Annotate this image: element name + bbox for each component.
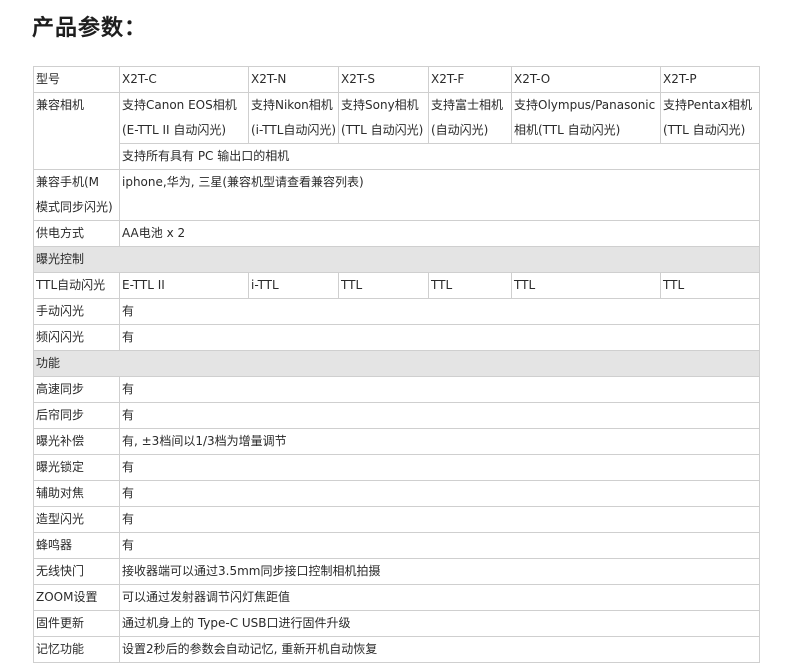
feature-label: 辅助对焦 <box>33 480 120 507</box>
feature-label: 曝光补偿 <box>33 428 120 455</box>
spec-table: 型号 X2T-C X2T-N X2T-S X2T-F X2T-O X2T-P 兼… <box>33 66 760 663</box>
feature-label: 曝光锁定 <box>33 454 120 481</box>
feature-row: 曝光补偿 有, ±3档间以1/3档为增量调节 <box>33 428 760 455</box>
ttl-label: TTL自动闪光 <box>33 272 120 299</box>
feature-row: 固件更新 通过机身上的 Type-C USB口进行固件升级 <box>33 610 760 637</box>
section-row: 曝光控制 <box>33 246 760 273</box>
feature-row: 辅助对焦 有 <box>33 480 760 507</box>
compat-camera-cell: 支持Sony相机 (TTL 自动闪光) <box>338 92 429 144</box>
model-label: 型号 <box>33 66 120 93</box>
feature-label: 造型闪光 <box>33 506 120 533</box>
feature-label: 高速同步 <box>33 376 120 403</box>
feature-value: 有 <box>119 454 760 481</box>
feature-label: 后帘同步 <box>33 402 120 429</box>
ttl-cell: TTL <box>428 272 512 299</box>
feature-row: 曝光锁定 有 <box>33 454 760 481</box>
feature-label: ZOOM设置 <box>33 584 120 611</box>
strobe-label: 频闪闪光 <box>33 324 120 351</box>
model-cell: X2T-N <box>248 66 339 93</box>
section-exposure-heading: 曝光控制 <box>33 246 760 273</box>
strobe-row: 频闪闪光 有 <box>33 324 760 351</box>
ttl-cell: TTL <box>338 272 429 299</box>
cell-line: (TTL 自动闪光) <box>341 123 424 137</box>
strobe-value: 有 <box>119 324 760 351</box>
section-row: 功能 <box>33 350 760 377</box>
compat-camera-cell: 支持富士相机 (自动闪光) <box>428 92 512 144</box>
header-row: 型号 X2T-C X2T-N X2T-S X2T-F X2T-O X2T-P <box>33 66 760 93</box>
feature-value: 有 <box>119 376 760 403</box>
manual-value: 有 <box>119 298 760 325</box>
cell-line: 支持Pentax相机 <box>663 98 752 112</box>
compat-camera-cell: 支持Olympus/Panasonic 相机(TTL 自动闪光) <box>511 92 661 144</box>
ttl-cell: E-TTL II <box>119 272 249 299</box>
feature-row: 后帘同步 有 <box>33 402 760 429</box>
feature-row: 蜂鸣器 有 <box>33 532 760 559</box>
feature-label: 无线快门 <box>33 558 120 585</box>
model-cell: X2T-P <box>660 66 760 93</box>
feature-value: 有 <box>119 532 760 559</box>
ttl-cell: TTL <box>511 272 661 299</box>
compat-camera-cell: 支持Pentax相机 (TTL 自动闪光) <box>660 92 760 144</box>
feature-value: 可以通过发射器调节闪灯焦距值 <box>119 584 760 611</box>
feature-value: 有 <box>119 506 760 533</box>
cell-line: (TTL 自动闪光) <box>663 123 746 137</box>
model-cell: X2T-F <box>428 66 512 93</box>
label-line: 兼容手机(M <box>36 175 100 189</box>
compat-camera-cell: 支持Canon EOS相机 (E-TTL II 自动闪光) <box>119 92 249 144</box>
cell-line: 支持Sony相机 <box>341 98 419 112</box>
feature-value: 有, ±3档间以1/3档为增量调节 <box>119 428 760 455</box>
cell-line: 支持Canon EOS相机 <box>122 98 237 112</box>
compat-camera-row: 兼容相机 支持Canon EOS相机 (E-TTL II 自动闪光) 支持Nik… <box>33 92 760 170</box>
feature-row: 无线快门 接收器端可以通过3.5mm同步接口控制相机拍摄 <box>33 558 760 585</box>
feature-value: 有 <box>119 402 760 429</box>
model-cell: X2T-S <box>338 66 429 93</box>
feature-row: 造型闪光 有 <box>33 506 760 533</box>
model-cell: X2T-O <box>511 66 661 93</box>
feature-value: 接收器端可以通过3.5mm同步接口控制相机拍摄 <box>119 558 760 585</box>
cell-line: (E-TTL II 自动闪光) <box>122 123 227 137</box>
feature-row: 高速同步 有 <box>33 376 760 403</box>
feature-row: ZOOM设置 可以通过发射器调节闪灯焦距值 <box>33 584 760 611</box>
compat-phone-row: 兼容手机(M 模式同步闪光) iphone,华为, 三星(兼容机型请查看兼容列表… <box>33 169 760 221</box>
feature-label: 固件更新 <box>33 610 120 637</box>
cell-line: 支持富士相机 <box>431 98 504 112</box>
feature-value: 设置2秒后的参数会自动记忆, 重新开机自动恢复 <box>119 636 760 663</box>
ttl-row: TTL自动闪光 E-TTL II i-TTL TTL TTL TTL TTL <box>33 272 760 299</box>
feature-label: 记忆功能 <box>33 636 120 663</box>
page-title: 产品参数： <box>32 16 148 41</box>
compat-phone-value: iphone,华为, 三星(兼容机型请查看兼容列表) <box>119 169 760 221</box>
model-cell: X2T-C <box>119 66 249 93</box>
ttl-cell: i-TTL <box>248 272 339 299</box>
manual-row: 手动闪光 有 <box>33 298 760 325</box>
ttl-cell: TTL <box>660 272 760 299</box>
feature-row: 记忆功能 设置2秒后的参数会自动记忆, 重新开机自动恢复 <box>33 636 760 663</box>
feature-label: 蜂鸣器 <box>33 532 120 559</box>
feature-value: 有 <box>119 480 760 507</box>
compat-phone-label: 兼容手机(M 模式同步闪光) <box>33 169 120 221</box>
compat-camera-extra: 支持所有具有 PC 输出口的相机 <box>119 143 760 170</box>
cell-line: (自动闪光) <box>431 123 489 137</box>
power-value: AA电池 x 2 <box>119 220 760 247</box>
label-line: 模式同步闪光) <box>36 200 113 214</box>
compat-camera-label: 兼容相机 <box>33 92 120 170</box>
cell-line: (i-TTL自动闪光) <box>251 123 337 137</box>
power-label: 供电方式 <box>33 220 120 247</box>
compat-camera-cell: 支持Nikon相机 (i-TTL自动闪光) <box>248 92 339 144</box>
feature-value: 通过机身上的 Type-C USB口进行固件升级 <box>119 610 760 637</box>
compat-camera-extra-row: 支持所有具有 PC 输出口的相机 <box>34 143 760 170</box>
cell-line: 相机(TTL 自动闪光) <box>514 123 621 137</box>
cell-line: 支持Olympus/Panasonic <box>514 98 656 112</box>
cell-line: 支持Nikon相机 <box>251 98 333 112</box>
manual-label: 手动闪光 <box>33 298 120 325</box>
section-function-heading: 功能 <box>33 350 760 377</box>
power-row: 供电方式 AA电池 x 2 <box>33 220 760 247</box>
